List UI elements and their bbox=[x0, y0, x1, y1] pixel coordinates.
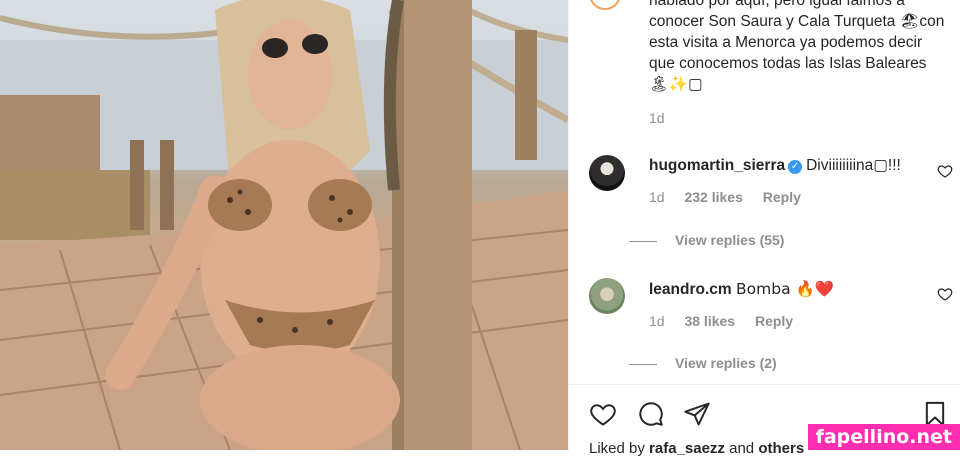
replies-divider bbox=[629, 363, 657, 365]
liked-by-prefix: Liked by bbox=[589, 440, 645, 457]
liked-by-summary: Liked by rafa_saezz and others bbox=[589, 440, 804, 457]
replies-divider bbox=[629, 240, 657, 242]
liked-by-user[interactable]: rafa_saezz bbox=[649, 440, 725, 457]
site-watermark: fapellino.net bbox=[807, 424, 960, 450]
liked-by-and: and bbox=[729, 440, 755, 457]
view-replies-button[interactable]: View replies (2) bbox=[629, 355, 777, 371]
comment-age[interactable]: 1d bbox=[649, 313, 665, 329]
commenter-avatar[interactable] bbox=[589, 278, 625, 314]
post-caption: habiado por aquí, pero igual faimos a co… bbox=[649, 0, 945, 93]
comment-meta: 1d 38 likes Reply bbox=[649, 313, 929, 329]
comment-likes[interactable]: 232 likes bbox=[684, 189, 742, 205]
comment-body: hugomartin_sierra ✓ Diviiiiiiiina▢!!! 1d 2… bbox=[649, 155, 929, 205]
section-divider bbox=[569, 384, 960, 385]
comment-text: Bomba 🔥❤️ bbox=[736, 280, 835, 298]
comment-icon[interactable] bbox=[637, 400, 665, 428]
comment-meta: 1d 232 likes Reply bbox=[649, 189, 929, 205]
post-timestamp[interactable]: 1d bbox=[649, 110, 665, 126]
commenter-avatar[interactable] bbox=[589, 155, 625, 191]
heart-outline-icon[interactable] bbox=[937, 163, 953, 179]
view-replies-label: View replies (55) bbox=[675, 232, 785, 248]
post-photo[interactable] bbox=[0, 0, 568, 450]
verified-badge-icon: ✓ bbox=[788, 160, 803, 174]
comment-age[interactable]: 1d bbox=[649, 189, 665, 205]
heart-icon[interactable] bbox=[589, 400, 617, 428]
heart-outline-icon[interactable] bbox=[937, 286, 953, 302]
liked-by-others[interactable]: others bbox=[758, 440, 804, 457]
share-icon[interactable] bbox=[683, 400, 711, 428]
post-side-panel: habiado por aquí, pero igual faimos a co… bbox=[568, 0, 960, 457]
reply-button[interactable]: Reply bbox=[755, 313, 793, 329]
comment-username[interactable]: leandro.cm bbox=[649, 281, 732, 298]
comment-text: Diviiiiiiiina▢!!! bbox=[806, 157, 901, 174]
author-avatar[interactable] bbox=[589, 0, 621, 10]
view-replies-label: View replies (2) bbox=[675, 355, 777, 371]
comment-username[interactable]: hugomartin_sierra bbox=[649, 157, 785, 174]
reply-button[interactable]: Reply bbox=[763, 189, 801, 205]
comment-body: leandro.cm Bomba 🔥❤️ 1d 38 likes Reply bbox=[649, 278, 929, 329]
comment-likes[interactable]: 38 likes bbox=[684, 313, 735, 329]
photo-illustration bbox=[0, 0, 568, 450]
view-replies-button[interactable]: View replies (55) bbox=[629, 232, 784, 248]
